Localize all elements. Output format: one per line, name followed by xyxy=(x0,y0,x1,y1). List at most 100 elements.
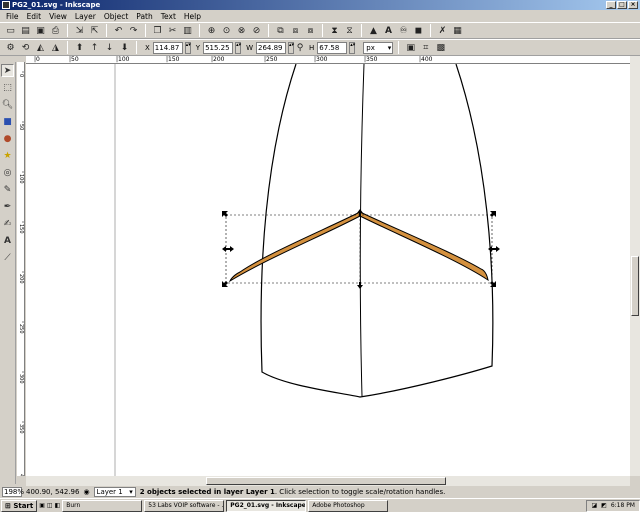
vertical-scrollbar[interactable] xyxy=(630,56,640,476)
rotate-ccw-icon[interactable]: ⟲ xyxy=(19,41,32,54)
dropper-tool-icon[interactable]: ⟋ xyxy=(1,251,14,264)
open-file-icon[interactable]: ▤ xyxy=(19,24,32,37)
new-document-icon[interactable]: ▭ xyxy=(4,24,17,37)
tray-network-icon[interactable]: ◪ xyxy=(591,501,597,511)
fin-shape[interactable] xyxy=(228,211,489,283)
y-spinner[interactable]: ▴▾ xyxy=(235,41,241,54)
task-voip[interactable]: 53 Labs VOIP software - ... xyxy=(144,499,225,512)
menu-bar: File Edit View Layer Object Path Text He… xyxy=(0,10,640,22)
layer-visibility-icon[interactable]: ◉ xyxy=(83,488,89,496)
menu-view[interactable]: View xyxy=(45,12,71,21)
layer-select[interactable]: Layer 1 xyxy=(93,487,136,497)
horizontal-scroll-thumb[interactable] xyxy=(206,477,446,485)
x-field[interactable]: 114.87 xyxy=(152,41,183,54)
menu-help[interactable]: Help xyxy=(180,12,205,21)
raise-icon[interactable]: ↑ xyxy=(88,41,101,54)
align-distribute-icon[interactable]: ◼ xyxy=(412,24,425,37)
undo-icon[interactable]: ↶ xyxy=(112,24,125,37)
zoom-drawing-icon[interactable]: ⊙ xyxy=(220,24,233,37)
raise-to-top-icon[interactable]: ⬆ xyxy=(73,41,86,54)
selection-handles[interactable] xyxy=(222,209,500,289)
lower-icon[interactable]: ↓ xyxy=(103,41,116,54)
menu-edit[interactable]: Edit xyxy=(23,12,46,21)
task-inkscape[interactable]: PG2_01.svg - Inkscape xyxy=(226,499,307,512)
group-icon[interactable]: ⧗ xyxy=(328,24,341,37)
handle-left[interactable] xyxy=(222,246,234,252)
zoom-width-icon[interactable]: ⊘ xyxy=(250,24,263,37)
tray-volume-icon[interactable]: ◩ xyxy=(601,501,607,511)
xml-editor-icon[interactable]: ♾ xyxy=(397,24,410,37)
duplicate-icon[interactable]: ⧉ xyxy=(274,24,287,37)
transform-gradient-icon[interactable]: ▩ xyxy=(434,41,447,54)
quicklaunch-icon[interactable]: ◫ xyxy=(47,502,53,509)
vertical-scroll-thumb[interactable] xyxy=(631,256,639,316)
flip-vertical-icon[interactable]: ◮ xyxy=(49,41,62,54)
pen-tool-icon[interactable]: ✒ xyxy=(1,200,14,213)
calligraphy-tool-icon[interactable]: ✍ xyxy=(1,217,14,230)
drawing-svg[interactable] xyxy=(26,64,630,476)
y-field[interactable]: 515.25 xyxy=(203,41,234,54)
select-all-icon[interactable]: ⚙ xyxy=(4,41,17,54)
menu-path[interactable]: Path xyxy=(132,12,156,21)
lower-to-bottom-icon[interactable]: ⬇ xyxy=(118,41,131,54)
rectangle-tool-icon[interactable]: ■ xyxy=(1,115,14,128)
clone-icon[interactable]: ⧈ xyxy=(289,24,302,37)
handle-top-left[interactable] xyxy=(222,211,228,217)
scale-corners-icon[interactable]: ⌗ xyxy=(419,41,432,54)
text-font-icon[interactable]: A xyxy=(382,24,395,37)
maximize-button[interactable]: □ xyxy=(617,1,627,9)
zoom-field[interactable]: 198% xyxy=(2,487,24,497)
ungroup-icon[interactable]: ⧖ xyxy=(343,24,356,37)
unit-select[interactable]: px xyxy=(363,41,394,54)
fill-stroke-icon[interactable]: ▲ xyxy=(367,24,380,37)
star-tool-icon[interactable]: ★ xyxy=(1,149,14,162)
scale-stroke-icon[interactable]: ▣ xyxy=(404,41,417,54)
w-spinner[interactable]: ▴▾ xyxy=(288,41,294,54)
h-spinner[interactable]: ▴▾ xyxy=(349,41,355,54)
zoom-tool-icon[interactable]: 🔍︎ xyxy=(1,98,14,111)
menu-layer[interactable]: Layer xyxy=(71,12,100,21)
h-field[interactable]: 67.58 xyxy=(317,41,348,54)
handle-bottom-right[interactable] xyxy=(490,281,496,287)
close-button[interactable]: × xyxy=(628,1,638,9)
handle-top-right[interactable] xyxy=(490,211,496,217)
drawing-canvas[interactable] xyxy=(26,64,630,476)
document-properties-icon[interactable]: ▦ xyxy=(451,24,464,37)
surfboard-stringer[interactable] xyxy=(359,64,365,397)
quicklaunch-icon[interactable]: ◧ xyxy=(55,502,61,509)
redo-icon[interactable]: ↷ xyxy=(127,24,140,37)
inkscape-app-icon[interactable] xyxy=(2,1,10,9)
preferences-icon[interactable]: ✗ xyxy=(436,24,449,37)
task-burn[interactable]: Burn xyxy=(62,499,143,512)
node-tool-icon[interactable]: ⬚ xyxy=(1,81,14,94)
zoom-page-icon[interactable]: ⊗ xyxy=(235,24,248,37)
surfboard-outline[interactable] xyxy=(260,64,494,398)
selector-tool-icon[interactable]: ➤ xyxy=(1,64,14,77)
zoom-selection-icon[interactable]: ⊕ xyxy=(205,24,218,37)
menu-text[interactable]: Text xyxy=(157,12,180,21)
print-icon[interactable]: ⎙ xyxy=(49,24,62,37)
w-field[interactable]: 264.89 xyxy=(256,41,286,54)
pencil-tool-icon[interactable]: ✎ xyxy=(1,183,14,196)
spiral-tool-icon[interactable]: ◎ xyxy=(1,166,14,179)
export-icon[interactable]: ⇱ xyxy=(88,24,101,37)
task-photoshop[interactable]: Adobe Photoshop xyxy=(308,499,389,512)
handle-bottom-left[interactable] xyxy=(222,281,228,287)
menu-object[interactable]: Object xyxy=(100,12,132,21)
paste-icon[interactable]: ▥ xyxy=(181,24,194,37)
x-spinner[interactable]: ▴▾ xyxy=(184,41,191,54)
minimize-button[interactable]: _ xyxy=(606,1,616,9)
start-button[interactable]: ⊞ Start xyxy=(1,499,38,512)
import-icon[interactable]: ⇲ xyxy=(73,24,86,37)
ellipse-tool-icon[interactable]: ● xyxy=(1,132,14,145)
flip-horizontal-icon[interactable]: ◭ xyxy=(34,41,47,54)
horizontal-scrollbar[interactable] xyxy=(26,476,630,486)
save-icon[interactable]: ▣ xyxy=(34,24,47,37)
cut-icon[interactable]: ✂ xyxy=(166,24,179,37)
unlink-clone-icon[interactable]: ⧇ xyxy=(304,24,317,37)
menu-file[interactable]: File xyxy=(2,12,23,21)
text-tool-icon[interactable]: A xyxy=(1,234,14,247)
quicklaunch-icon[interactable]: ▣ xyxy=(39,502,45,509)
copy-icon[interactable]: ❐ xyxy=(151,24,164,37)
lock-ratio-icon[interactable]: ⚲ xyxy=(296,41,304,54)
